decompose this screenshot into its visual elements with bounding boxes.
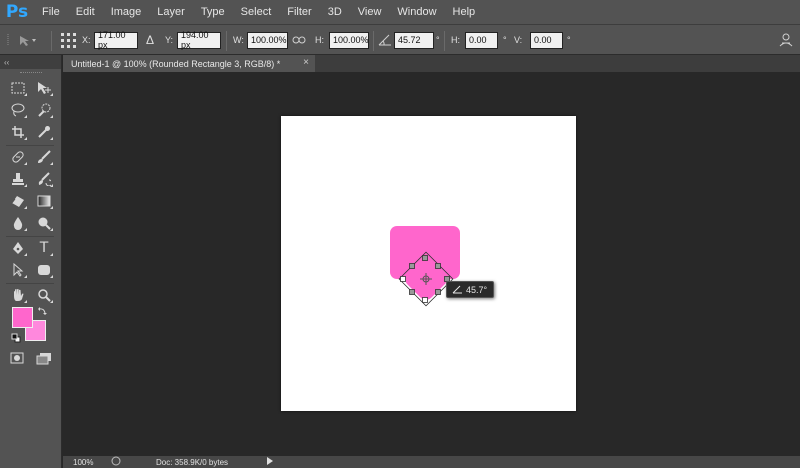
vskew-input[interactable]: 0.00 <box>530 31 563 49</box>
quick-selection-tool-icon[interactable] <box>34 101 54 119</box>
rounded-rectangle-tool-icon[interactable] <box>34 261 54 279</box>
menu-window[interactable]: Window <box>389 0 444 24</box>
menu-file[interactable]: File <box>34 0 68 24</box>
document-tab[interactable]: Untitled-1 @ 100% (Rounded Rectangle 3, … <box>63 55 315 72</box>
hskew-degree: ° <box>503 35 507 45</box>
blur-tool-icon[interactable] <box>8 214 28 232</box>
foreground-color-swatch[interactable] <box>12 307 33 328</box>
hskew-label: H: <box>451 35 460 45</box>
link-icon[interactable] <box>292 25 306 55</box>
default-colors-icon[interactable] <box>11 333 21 346</box>
angle-degree: ° <box>436 35 440 45</box>
history-brush-tool-icon[interactable] <box>34 170 54 188</box>
width-input[interactable]: 100.00% <box>247 31 288 49</box>
hand-tool-icon[interactable] <box>8 286 28 304</box>
angle-input[interactable]: 45.72 <box>394 31 434 49</box>
eyedropper-tool-icon[interactable] <box>34 123 54 141</box>
vskew-degree: ° <box>567 35 571 45</box>
move-tool-preset-icon <box>7 34 36 46</box>
tab-close-icon[interactable]: × <box>303 57 309 68</box>
h-label: H: <box>315 35 324 45</box>
menu-type[interactable]: Type <box>193 0 233 24</box>
spot-healing-brush-icon[interactable] <box>8 148 28 166</box>
status-info-icon[interactable] <box>111 456 121 468</box>
menu-view[interactable]: View <box>350 0 390 24</box>
hskew-input[interactable]: 0.00 <box>465 31 498 49</box>
status-bar: 100% Doc: 358.9K/0 bytes <box>63 456 800 468</box>
w-label: W: <box>233 35 244 45</box>
menu-help[interactable]: Help <box>445 0 484 24</box>
y-input[interactable]: 194.00 px <box>177 30 221 50</box>
type-tool-icon[interactable]: T <box>34 239 54 257</box>
tool-preset-picker[interactable] <box>4 25 38 55</box>
status-menu-arrow-icon[interactable] <box>266 457 274 467</box>
path-selection-tool-icon[interactable] <box>8 261 28 279</box>
rotation-tooltip: 45.7° <box>446 281 494 298</box>
document-size: Doc: 358.9K/0 bytes <box>156 457 229 467</box>
marquee-tool-icon[interactable] <box>8 79 28 97</box>
menu-bar: Ps File Edit Image Layer Type Select Fil… <box>0 0 800 24</box>
height-input[interactable]: 100.00% <box>329 31 369 49</box>
move-tool-icon[interactable] <box>34 79 54 97</box>
tools-collapse-toggle[interactable]: ‹‹ <box>0 55 61 69</box>
zoom-level[interactable]: 100% <box>73 458 103 467</box>
menu-3d[interactable]: 3D <box>320 0 350 24</box>
eraser-tool-icon[interactable] <box>8 192 28 210</box>
clone-stamp-tool-icon[interactable] <box>8 170 28 188</box>
menu-edit[interactable]: Edit <box>68 0 103 24</box>
reference-point-grid[interactable] <box>60 25 77 55</box>
quick-mask-icon[interactable] <box>10 352 24 367</box>
x-input[interactable]: 171.00 px <box>94 30 138 50</box>
menu-select[interactable]: Select <box>233 0 280 24</box>
relative-position-icon[interactable]: Δ <box>146 25 154 55</box>
app-logo: Ps <box>5 2 29 22</box>
reference-point-icon <box>61 32 76 48</box>
x-label: X: <box>82 35 91 45</box>
document-canvas[interactable]: 45.7° <box>281 116 576 411</box>
document-tab-title: Untitled-1 @ 100% (Rounded Rectangle 3, … <box>71 58 281 69</box>
options-bar: X: 171.00 px Δ Y: 194.00 px W: 100.00% H… <box>0 24 800 55</box>
menu-image[interactable]: Image <box>103 0 150 24</box>
tools-panel: ‹‹ T <box>0 55 62 468</box>
zoom-tool-icon[interactable] <box>34 286 54 304</box>
vskew-label: V: <box>514 35 523 45</box>
gradient-tool-icon[interactable] <box>34 192 54 210</box>
angle-icon <box>452 285 462 294</box>
menu-filter[interactable]: Filter <box>279 0 319 24</box>
warp-mode-icon[interactable] <box>778 25 794 55</box>
brush-tool-icon[interactable] <box>34 148 54 166</box>
pen-tool-icon[interactable] <box>8 239 28 257</box>
angle-icon <box>378 25 392 55</box>
document-tab-bar: Untitled-1 @ 100% (Rounded Rectangle 3, … <box>63 55 800 72</box>
menu-layer[interactable]: Layer <box>149 0 193 24</box>
canvas-layer <box>390 226 460 307</box>
swap-colors-icon[interactable] <box>37 306 47 319</box>
y-label: Y: <box>165 35 174 45</box>
screen-mode-icon[interactable] <box>36 352 52 368</box>
dodge-tool-icon[interactable] <box>34 214 54 232</box>
tools-grip[interactable] <box>20 72 42 74</box>
crop-tool-icon[interactable] <box>8 123 28 141</box>
lasso-tool-icon[interactable] <box>8 101 28 119</box>
rotation-readout: 45.7° <box>466 284 488 295</box>
